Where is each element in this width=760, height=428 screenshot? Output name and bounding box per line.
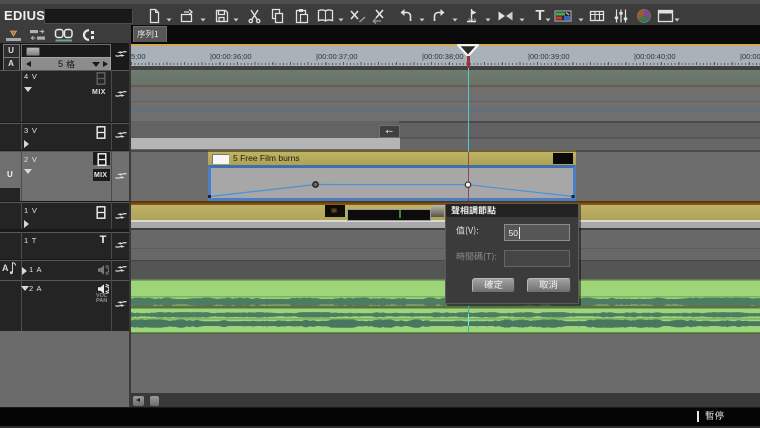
svg-text:A: A [2, 263, 9, 273]
